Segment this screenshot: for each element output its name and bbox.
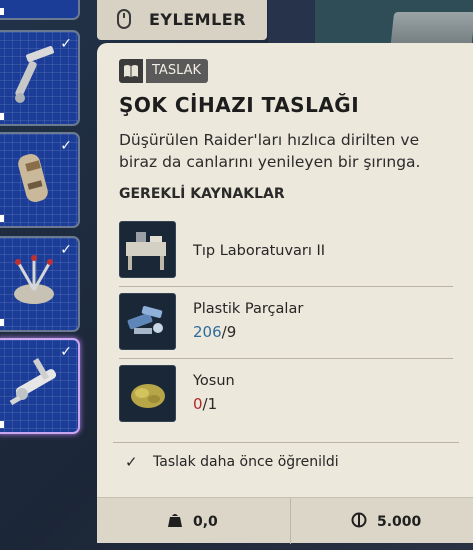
item-title: ŞOK CİHAZI TASLAĞI [119, 93, 360, 117]
tooltip-footer: 0,0 5.000 [97, 497, 473, 544]
slot-marker [0, 215, 4, 222]
mine-blueprint-icon [14, 255, 54, 304]
weight-value: 0,0 [193, 514, 218, 530]
slot-marker [0, 113, 4, 120]
price-value: 5.000 [377, 514, 422, 530]
slot-marker [0, 421, 4, 428]
canister-blueprint-icon [18, 153, 48, 203]
coin-icon [351, 512, 367, 532]
section-divider [113, 442, 459, 443]
inventory-slot-partial[interactable] [0, 0, 80, 20]
weight-icon [167, 512, 183, 532]
requirement-name: Yosun [193, 373, 235, 389]
requirement-name: Plastik Parçalar [193, 301, 304, 317]
footer-divider [290, 498, 291, 544]
learned-status-text: Taslak daha önce öğrenildi [153, 454, 339, 470]
mouse-icon [117, 9, 131, 29]
inventory-slot-blueprint-3[interactable]: ✓ [0, 236, 80, 332]
owned-quantity: 0 [193, 395, 203, 413]
required-quantity: 9 [226, 323, 237, 341]
inventory-slot-blueprint-selected[interactable]: ✓ [0, 338, 80, 434]
price-stat: 5.000 [351, 512, 421, 532]
requirement-row: Plastik Parçalar 206/9 [119, 287, 453, 359]
plastic-parts-icon [119, 293, 176, 350]
requirements-header: GEREKLİ KAYNAKLAR [119, 186, 285, 202]
medical-lab-icon [119, 221, 176, 278]
actions-tab[interactable]: EYLEMLER [97, 0, 267, 40]
slot-marker [0, 319, 4, 326]
inventory-slot-blueprint-2[interactable]: ✓ [0, 132, 80, 228]
slot-marker [0, 8, 4, 15]
moss-icon [119, 365, 176, 422]
requirement-quantity: 206/9 [193, 323, 236, 341]
blueprint-tooltip: TASLAK ŞOK CİHAZI TASLAĞI Düşürülen Raid… [97, 43, 473, 544]
tool-blueprint-icon [15, 46, 54, 103]
requirement-name: Tıp Laboratuvarı II [193, 243, 326, 259]
requirement-row: Yosun 0/1 [119, 359, 453, 431]
required-quantity: 1 [207, 395, 218, 413]
owned-quantity: 206 [193, 323, 222, 341]
badge-label: TASLAK [146, 59, 209, 83]
inventory-slot-blueprint-1[interactable]: ✓ [0, 30, 80, 126]
background-panel [268, 0, 315, 45]
book-icon [119, 59, 143, 83]
requirement-quantity: 0/1 [193, 395, 217, 413]
requirement-row: Tıp Laboratuvarı II [119, 215, 453, 287]
actions-tab-label: EYLEMLER [149, 10, 247, 29]
shock-device-blueprint-icon [9, 357, 57, 406]
inventory-column: ✓ ✓ ✓ ✓ [0, 0, 82, 550]
item-description: Düşürülen Raider'ları hızlıca dirilten v… [119, 131, 421, 171]
check-icon: ✓ [125, 453, 138, 471]
weight-stat: 0,0 [167, 512, 218, 532]
blueprint-badge: TASLAK [119, 59, 209, 83]
learned-status: ✓ Taslak daha önce öğrenildi [125, 453, 339, 471]
